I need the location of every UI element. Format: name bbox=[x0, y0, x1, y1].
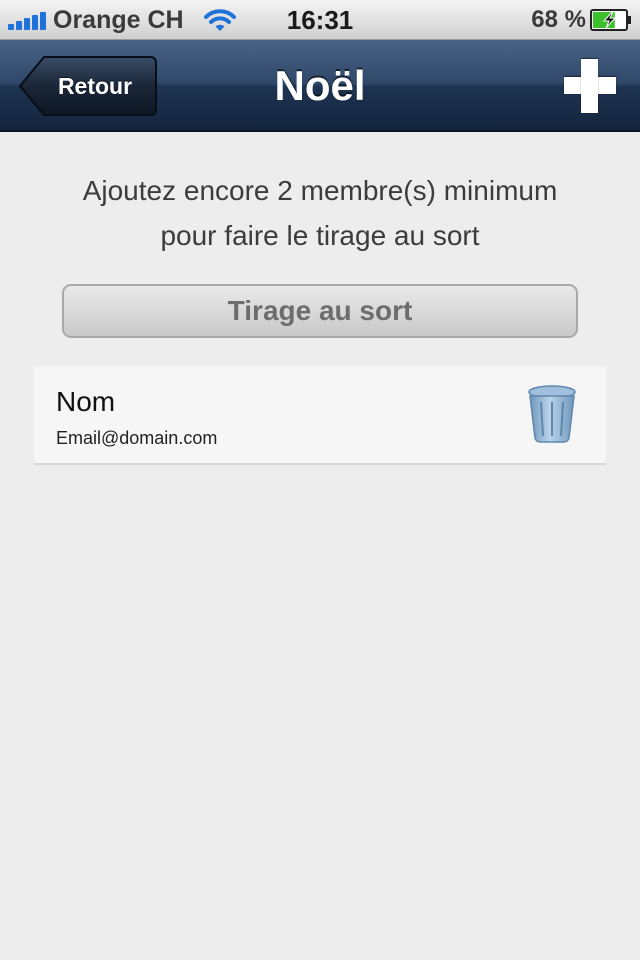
trash-icon[interactable] bbox=[526, 384, 578, 444]
navigation-bar: Retour Noël bbox=[0, 40, 640, 132]
info-line-1: Ajoutez encore 2 membre(s) minimum bbox=[82, 175, 558, 206]
back-button-label: Retour bbox=[57, 73, 133, 99]
list-item[interactable]: Nom Email@domain.com bbox=[34, 366, 606, 465]
member-list: Nom Email@domain.com bbox=[34, 366, 606, 465]
info-line-2: pour faire le tirage au sort bbox=[160, 220, 480, 251]
member-email: Email@domain.com bbox=[56, 428, 218, 448]
page-title: Noël bbox=[274, 62, 366, 109]
battery-percent: 68 % bbox=[531, 6, 586, 33]
battery-charging-icon bbox=[590, 9, 631, 31]
status-bar: Orange CH 16:31 68 % bbox=[0, 0, 640, 40]
info-message: Ajoutez encore 2 membre(s) minimum pour … bbox=[0, 168, 640, 258]
member-name: Nom bbox=[56, 386, 116, 417]
draw-lots-button[interactable]: Tirage au sort bbox=[62, 284, 578, 338]
back-button[interactable]: Retour bbox=[18, 55, 158, 117]
add-member-button[interactable] bbox=[560, 58, 618, 114]
